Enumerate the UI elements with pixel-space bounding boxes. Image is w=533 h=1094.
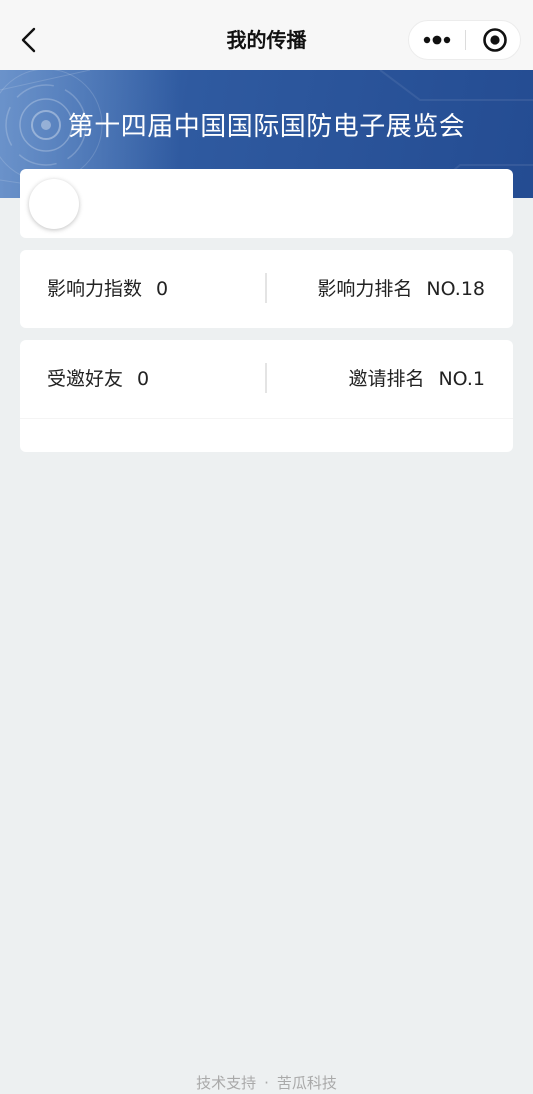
footer-company: 苦瓜科技 (276, 1074, 337, 1092)
target-circle-icon (483, 28, 507, 52)
avatar[interactable] (29, 179, 79, 229)
more-button[interactable] (409, 21, 465, 59)
influence-rank-label: 影响力排名 (317, 278, 413, 300)
invite-card: 受邀好友 0 邀请排名 NO.1 (20, 340, 513, 452)
invite-rank-label: 邀请排名 (348, 368, 425, 390)
influence-row: 影响力指数 0 影响力排名 NO.18 (20, 250, 513, 328)
more-dots-icon (423, 35, 451, 45)
influence-index: 影响力指数 0 (47, 274, 168, 304)
stat-divider (265, 273, 267, 303)
influence-rank-value: NO.18 (426, 278, 485, 300)
row-separator (20, 418, 513, 419)
influence-rank: 影响力排名 NO.18 (317, 274, 485, 304)
stat-divider (265, 363, 267, 393)
influence-index-label: 影响力指数 (47, 278, 143, 300)
close-miniprogram-button[interactable] (466, 21, 520, 59)
footer-separator: · (264, 1074, 269, 1092)
invite-rank: 邀请排名 NO.1 (348, 364, 485, 394)
invite-rank-value: NO.1 (438, 368, 485, 390)
invited-friends-label: 受邀好友 (47, 368, 124, 390)
navigation-bar: 我的传播 (0, 0, 533, 70)
footer-support-label: 技术支持 (196, 1074, 257, 1092)
influence-index-value: 0 (156, 278, 169, 300)
menu-capsule (408, 20, 521, 60)
invited-friends-value: 0 (137, 368, 150, 390)
footer: 技术支持 · 苦瓜科技 (0, 1072, 533, 1094)
invite-row: 受邀好友 0 邀请排名 NO.1 (20, 340, 513, 418)
influence-card: 影响力指数 0 影响力排名 NO.18 (20, 250, 513, 328)
profile-card (20, 169, 513, 238)
invited-friends: 受邀好友 0 (47, 364, 149, 394)
banner-title: 第十四届中国国际国防电子展览会 (67, 112, 466, 142)
